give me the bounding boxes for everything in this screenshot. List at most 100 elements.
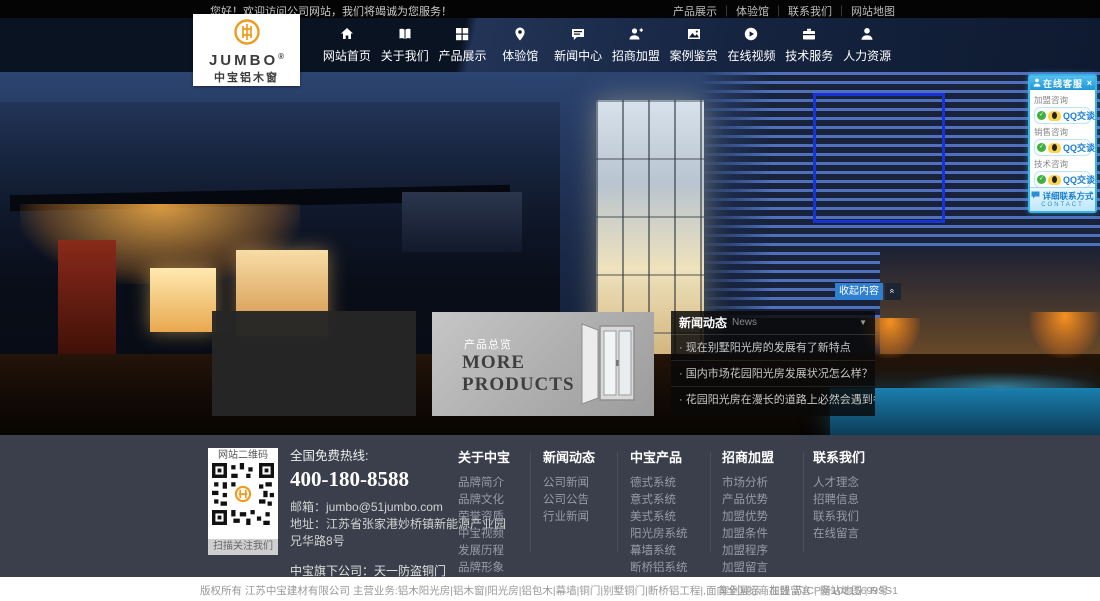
page: 您好！欢迎访问公司网站，我们将竭诚为您服务！ 产品展示体验馆联系我们网站地图 网… xyxy=(0,0,1100,601)
nav-item-home[interactable]: 网站首页 xyxy=(318,25,376,64)
footer-link[interactable]: 中宝视频 xyxy=(458,526,510,543)
qq-groups: 加盟咨询 ✓ QQ交谈 销售咨询 ✓ QQ交谈 技术咨询 ✓ QQ交谈 xyxy=(1030,90,1095,188)
online-service-header: 在线客服 × xyxy=(1030,76,1095,90)
footer-divider xyxy=(803,452,804,552)
qq-chat-button[interactable]: ✓ QQ交谈 xyxy=(1034,171,1091,188)
collapse-content-button[interactable]: 收起内容 xyxy=(835,283,883,300)
picture-icon xyxy=(686,25,702,43)
footer-link[interactable]: 加盟程序 xyxy=(722,543,780,560)
topbar-link-sitemap[interactable]: 网站地图 xyxy=(832,6,895,18)
book-icon xyxy=(397,25,413,43)
news-item[interactable]: 国内市场花园阳光房发展状况怎么样？ xyxy=(671,361,875,387)
nav-item-news[interactable]: 新闻中心 xyxy=(549,25,607,64)
copyright-bar: 版权所有 江苏中宝建材有限公司 主营业务:铝木阳光房|铝木窗|阳光房|铝包木|幕… xyxy=(0,577,1100,601)
jumbo-logo-icon xyxy=(233,18,261,51)
bottom-link-sitemap[interactable]: 网站地图 xyxy=(811,585,862,597)
online-status-icon: ✓ xyxy=(1037,111,1046,120)
logo[interactable]: JUMBO® 中宝铝木窗 xyxy=(193,14,300,86)
bottom-link-cases[interactable]: 案例展示 xyxy=(719,585,761,597)
footer-link[interactable]: 公司公告 xyxy=(543,492,595,509)
qr-code-image xyxy=(212,463,274,525)
footer-column-contact: 联系我们 人才理念 招聘信息 联系我们 在线留言 xyxy=(813,447,865,543)
chevron-down-icon[interactable]: ▼ xyxy=(859,318,867,327)
nav-item-franchise[interactable]: 招商加盟 xyxy=(607,25,665,64)
qq-group-label: 销售咨询 xyxy=(1034,126,1091,138)
map-pin-icon xyxy=(512,25,528,43)
copyright-links: 案例展示在线留言网站地图RSS xyxy=(719,583,892,598)
footer-divider xyxy=(710,452,711,552)
footer-link[interactable]: 加盟优势 xyxy=(722,509,780,526)
footer: 网站二维码 扫描关 xyxy=(0,435,1100,577)
qq-chat-button[interactable]: ✓ QQ交谈 xyxy=(1034,107,1091,124)
footer-link[interactable]: 产品优势 xyxy=(722,492,780,509)
footer-link[interactable]: 幕墙系统 xyxy=(630,543,688,560)
qr-caption: 扫描关注我们 xyxy=(208,539,278,555)
home-icon xyxy=(339,25,355,43)
footer-link[interactable]: 加盟留言 xyxy=(722,560,780,577)
nav-item-video[interactable]: 在线视频 xyxy=(723,25,781,64)
logo-subtitle: 中宝铝木窗 xyxy=(214,69,279,85)
nav-item-experience[interactable]: 体验馆 xyxy=(491,25,549,64)
hero-lit-window xyxy=(150,268,216,332)
footer-link[interactable]: 荣誉资质 xyxy=(458,509,510,526)
qq-penguin-icon xyxy=(1048,111,1061,121)
footer-link[interactable]: 断桥铝系统 xyxy=(630,560,688,577)
footer-link[interactable]: 发展历程 xyxy=(458,543,510,560)
footer-link[interactable]: 阳光房系统 xyxy=(630,526,688,543)
footer-link[interactable]: 人才理念 xyxy=(813,475,865,492)
footer-link[interactable]: 市场分析 xyxy=(722,475,780,492)
footer-divider xyxy=(530,452,531,552)
qq-chat-button[interactable]: ✓ QQ交谈 xyxy=(1034,139,1091,156)
nav-item-about[interactable]: 关于我们 xyxy=(376,25,434,64)
topbar-link-products[interactable]: 产品展示 xyxy=(673,6,717,18)
contact-detail-button[interactable]: 详细联系方式 CONTACT xyxy=(1030,187,1095,211)
footer-link[interactable]: 联系我们 xyxy=(813,509,865,526)
footer-link[interactable]: 美式系统 xyxy=(630,509,688,526)
close-icon[interactable]: × xyxy=(1087,78,1092,88)
hero-banner: 收起内容 « 产品总览 MORE PRODUCTS xyxy=(0,72,1100,435)
news-header: 新闻动态 News ▼ xyxy=(671,311,875,335)
footer-link[interactable]: 品牌简介 xyxy=(458,475,510,492)
footer-link[interactable]: 品牌形象 xyxy=(458,560,510,577)
footer-link[interactable]: 公司新闻 xyxy=(543,475,595,492)
topbar-link-contact[interactable]: 联系我们 xyxy=(769,6,832,18)
news-item[interactable]: 花园阳光房在漫长的道路上必然会遇到各种挑战 xyxy=(671,387,875,413)
footer-divider xyxy=(617,452,618,552)
nav-items: 网站首页 关于我们 产品展示 体验馆 新闻中心 招商加盟 xyxy=(318,25,896,64)
news-title: 新闻动态 xyxy=(679,314,727,331)
qq-penguin-icon xyxy=(1048,175,1061,185)
qq-group-label: 技术咨询 xyxy=(1034,158,1091,170)
user-icon xyxy=(859,25,875,43)
nav-item-hr[interactable]: 人力资源 xyxy=(838,25,896,64)
bottom-link-message[interactable]: 在线留言 xyxy=(761,585,812,597)
footer-column-franchise: 招商加盟 市场分析 产品优势 加盟优势 加盟条件 加盟程序 加盟留言 申请表下载 xyxy=(722,447,780,594)
footer-link[interactable]: 德式系统 xyxy=(630,475,688,492)
news-item[interactable]: 现在别墅阳光房的发展有了新特点 xyxy=(671,335,875,361)
footer-link[interactable]: 加盟条件 xyxy=(722,526,780,543)
qr-title: 网站二维码 xyxy=(208,448,278,463)
online-status-icon: ✓ xyxy=(1037,143,1046,152)
nav-item-products[interactable]: 产品展示 xyxy=(434,25,492,64)
footer-link[interactable]: 品牌文化 xyxy=(458,492,510,509)
person-icon xyxy=(1033,78,1041,89)
bottom-link-rss[interactable]: RSS xyxy=(862,585,892,597)
qq-group-label: 加盟咨询 xyxy=(1034,94,1091,106)
play-icon xyxy=(743,25,759,43)
footer-column-news: 新闻动态 公司新闻 公司公告 行业新闻 xyxy=(543,447,595,526)
collapse-chevron-icon[interactable]: « xyxy=(885,283,901,300)
window-illustration-icon xyxy=(576,320,640,409)
footer-link[interactable]: 在线留言 xyxy=(813,526,865,543)
hero-dark-window xyxy=(402,192,522,252)
footer-link[interactable]: 行业新闻 xyxy=(543,509,595,526)
footer-link[interactable]: 招聘信息 xyxy=(813,492,865,509)
footer-link[interactable]: 意式系统 xyxy=(630,492,688,509)
chat-icon xyxy=(570,25,586,43)
topbar-link-experience[interactable]: 体验馆 xyxy=(717,6,769,18)
more-products-card[interactable]: 产品总览 MORE PRODUCTS xyxy=(432,312,654,416)
online-status-icon: ✓ xyxy=(1037,175,1046,184)
nav-item-tech[interactable]: 技术服务 xyxy=(780,25,838,64)
topbar-links: 产品展示体验馆联系我们网站地图 xyxy=(673,3,895,19)
selection-highlight-box xyxy=(813,93,945,223)
nav-item-cases[interactable]: 案例鉴赏 xyxy=(665,25,723,64)
topbar: 您好！欢迎访问公司网站，我们将竭诚为您服务！ 产品展示体验馆联系我们网站地图 xyxy=(0,0,1100,18)
